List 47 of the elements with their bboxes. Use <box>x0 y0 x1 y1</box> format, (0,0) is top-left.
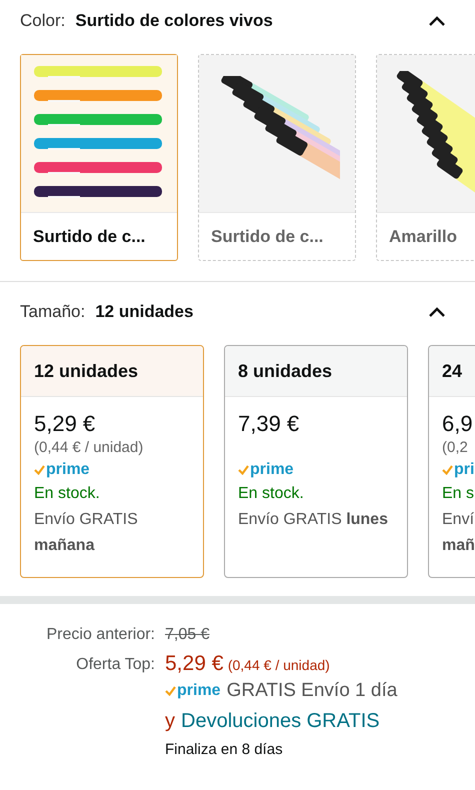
price: 5,29 € <box>34 410 96 438</box>
stock-status: En s <box>442 484 475 504</box>
price: 6,9 <box>442 410 474 438</box>
color-option-label: Surtido de c... <box>33 226 146 246</box>
color-value: Surtido de colores vivos <box>75 11 274 31</box>
delivery-text: GRATIS Envío 1 día <box>226 679 398 703</box>
stock-status: En stock. <box>34 484 101 504</box>
color-option-label: Amarillo <box>389 226 458 246</box>
conjunction-text: y <box>165 709 175 734</box>
color-option[interactable]: Surtido de c... <box>198 54 356 261</box>
prime-logo: prime <box>250 461 294 479</box>
shipping-text: Envío GRATIS mañana <box>34 510 139 556</box>
size-option[interactable]: 12 unidades 5,29 € (0,44 € / unidad) prime En stock. Envío GRATIS mañana <box>20 345 204 578</box>
shipping-text: Enví <box>442 510 475 530</box>
size-value: 12 unidades <box>95 302 194 322</box>
deal-label: Oferta Top: <box>75 655 155 675</box>
unit-price: (0,2 <box>442 439 469 458</box>
prime-logo: pri <box>454 461 474 479</box>
check-icon <box>442 465 453 475</box>
price: 7,39 € <box>238 410 300 438</box>
size-option-title: 12 unidades <box>34 360 138 382</box>
returns-link[interactable]: Devoluciones GRATIS <box>181 706 380 736</box>
size-option[interactable]: 24 6,9 (0,2 pri En s Enví mañ <box>428 345 475 578</box>
check-icon <box>165 686 176 696</box>
deal-ends-text: Finaliza en 8 días <box>165 740 284 760</box>
unit-price: (0,44 € / unidad) <box>228 657 330 673</box>
color-option-label: Surtido de c... <box>211 226 324 246</box>
size-label: Tamaño: <box>20 302 86 322</box>
prime-logo: prime <box>177 681 221 701</box>
old-price: 7,05 € <box>165 625 210 645</box>
chevron-up-icon[interactable] <box>428 306 446 318</box>
size-option-title: 24 <box>442 360 462 382</box>
old-price-label: Precio anterior: <box>46 625 155 645</box>
shipping-text: Envío GRATIS lunes <box>238 510 389 530</box>
check-icon <box>238 465 249 475</box>
prime-logo: prime <box>46 461 90 479</box>
color-option[interactable]: Surtido de c... <box>20 54 178 261</box>
check-icon <box>34 465 45 475</box>
color-option[interactable]: Amarillo <box>376 54 475 261</box>
chevron-up-icon[interactable] <box>428 15 446 27</box>
color-label: Color: <box>20 11 66 31</box>
shipping-day: mañ <box>442 537 475 554</box>
stock-status: En stock. <box>238 484 305 504</box>
unit-price: (0,44 € / unidad) <box>34 439 144 458</box>
size-option-title: 8 unidades <box>238 360 332 382</box>
size-option[interactable]: 8 unidades 7,39 € prime En stock. Envío GRATIS lunes <box>224 345 408 578</box>
deal-price: 5,29 € <box>165 652 224 675</box>
